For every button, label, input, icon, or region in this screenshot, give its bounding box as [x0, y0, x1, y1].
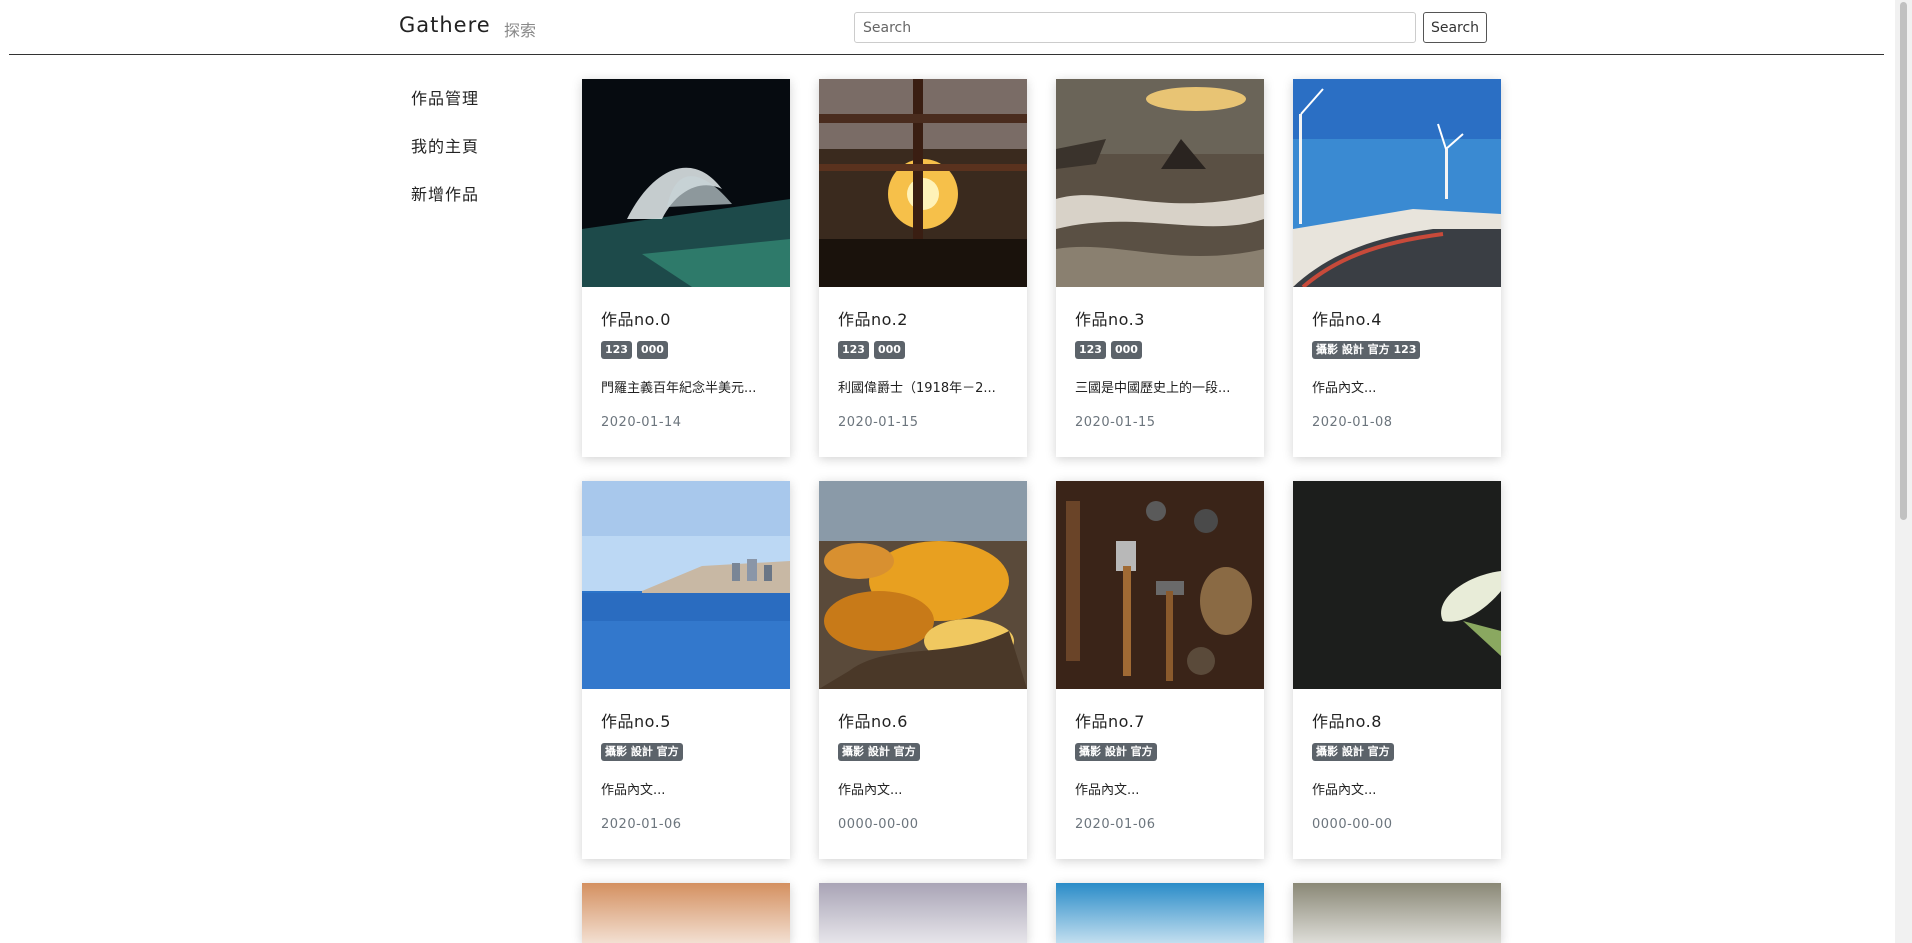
- work-title[interactable]: 作品no.6: [838, 708, 1008, 732]
- work-thumbnail-image[interactable]: [1293, 883, 1501, 943]
- work-thumbnail-image[interactable]: [1056, 79, 1264, 287]
- work-excerpt: 作品內文...: [838, 783, 903, 798]
- card-body: 作品no.3 123 000 三國是中國歷史上的一段... 2020-01-15: [1056, 287, 1264, 430]
- work-card[interactable]: 作品no.3 123 000 三國是中國歷史上的一段... 2020-01-15: [1056, 79, 1264, 457]
- tag-badge[interactable]: 攝影 設計 官方: [601, 743, 683, 761]
- work-date: 2020-01-15: [1075, 415, 1156, 430]
- work-date: 0000-00-00: [1312, 817, 1393, 832]
- brand-logo[interactable]: Gathere: [399, 13, 491, 37]
- work-card[interactable]: 作品no.2 123 000 利國偉爵士（1918年－2... 2020-01-15: [819, 79, 1027, 457]
- works-grid: 作品no.0 123 000 門羅主義百年紀念半美元... 2020-01-14 作品no…: [582, 79, 1502, 943]
- work-date: 2020-01-06: [601, 817, 682, 832]
- work-thumbnail-image[interactable]: [819, 883, 1027, 943]
- work-card-partial[interactable]: [1056, 883, 1264, 943]
- work-thumbnail-image[interactable]: [1293, 481, 1501, 689]
- work-title[interactable]: 作品no.4: [1312, 306, 1482, 330]
- work-excerpt: 作品內文...: [1312, 783, 1377, 798]
- tag-badge[interactable]: 攝影 設計 官方: [838, 743, 920, 761]
- tag-badge[interactable]: 000: [636, 341, 668, 359]
- work-date: 2020-01-14: [601, 415, 682, 430]
- tag-badge[interactable]: 攝影 設計 官方 123: [1312, 341, 1421, 359]
- tag-badge[interactable]: 攝影 設計 官方: [1312, 743, 1394, 761]
- work-card-partial[interactable]: [819, 883, 1027, 943]
- card-body: 作品no.6 攝影 設計 官方 作品內文... 0000-00-00: [819, 689, 1027, 832]
- scrollbar-thumb[interactable]: [1900, 2, 1907, 520]
- tag-list: 攝影 設計 官方 123: [1312, 341, 1482, 359]
- tag-list: 攝影 設計 官方: [601, 743, 771, 761]
- work-excerpt: 作品內文...: [1075, 783, 1140, 798]
- work-date: 0000-00-00: [838, 817, 919, 832]
- work-excerpt: 三國是中國歷史上的一段...: [1075, 381, 1231, 396]
- work-title[interactable]: 作品no.7: [1075, 708, 1245, 732]
- tag-list: 攝影 設計 官方: [1075, 743, 1245, 761]
- work-date: 2020-01-06: [1075, 817, 1156, 832]
- tag-list: 123 000: [838, 341, 1008, 359]
- card-body: 作品no.8 攝影 設計 官方 作品內文... 0000-00-00: [1293, 689, 1501, 832]
- explore-link[interactable]: 探索: [504, 17, 536, 41]
- scrollbar[interactable]: [1895, 0, 1912, 943]
- tag-badge[interactable]: 000: [873, 341, 905, 359]
- work-card[interactable]: 作品no.4 攝影 設計 官方 123 作品內文... 2020-01-08: [1293, 79, 1501, 457]
- tag-badge[interactable]: 123: [838, 341, 869, 359]
- sidebar: 作品管理 我的主頁 新增作品: [411, 84, 479, 228]
- work-thumbnail-image[interactable]: [819, 79, 1027, 287]
- tag-badge[interactable]: 000: [1110, 341, 1142, 359]
- work-excerpt: 作品內文...: [1312, 381, 1377, 396]
- work-title[interactable]: 作品no.3: [1075, 306, 1245, 330]
- work-thumbnail-image[interactable]: [819, 481, 1027, 689]
- sidebar-item-add-work[interactable]: 新增作品: [411, 180, 479, 228]
- work-title[interactable]: 作品no.8: [1312, 708, 1482, 732]
- work-date: 2020-01-15: [838, 415, 919, 430]
- work-thumbnail-image[interactable]: [1056, 883, 1264, 943]
- search-button[interactable]: Search: [1423, 12, 1487, 43]
- card-body: 作品no.7 攝影 設計 官方 作品內文... 2020-01-06: [1056, 689, 1264, 832]
- work-card[interactable]: 作品no.8 攝影 設計 官方 作品內文... 0000-00-00: [1293, 481, 1501, 859]
- work-card[interactable]: 作品no.0 123 000 門羅主義百年紀念半美元... 2020-01-14: [582, 79, 790, 457]
- work-date: 2020-01-08: [1312, 415, 1393, 430]
- card-body: 作品no.5 攝影 設計 官方 作品內文... 2020-01-06: [582, 689, 790, 832]
- tag-list: 攝影 設計 官方: [1312, 743, 1482, 761]
- tag-list: 攝影 設計 官方: [838, 743, 1008, 761]
- work-thumbnail-image[interactable]: [1293, 79, 1501, 287]
- work-card[interactable]: 作品no.6 攝影 設計 官方 作品內文... 0000-00-00: [819, 481, 1027, 859]
- tag-badge[interactable]: 123: [601, 341, 632, 359]
- work-thumbnail-image[interactable]: [582, 883, 790, 943]
- work-card[interactable]: 作品no.7 攝影 設計 官方 作品內文... 2020-01-06: [1056, 481, 1264, 859]
- sidebar-item-my-homepage[interactable]: 我的主頁: [411, 132, 479, 180]
- work-title[interactable]: 作品no.2: [838, 306, 1008, 330]
- work-card-partial[interactable]: [582, 883, 790, 943]
- tag-list: 123 000: [601, 341, 771, 359]
- work-thumbnail-image[interactable]: [582, 79, 790, 287]
- work-title[interactable]: 作品no.5: [601, 708, 771, 732]
- tag-badge[interactable]: 攝影 設計 官方: [1075, 743, 1157, 761]
- tag-list: 123 000: [1075, 341, 1245, 359]
- work-card-partial[interactable]: [1293, 883, 1501, 943]
- work-excerpt: 利國偉爵士（1918年－2...: [838, 381, 996, 396]
- card-body: 作品no.0 123 000 門羅主義百年紀念半美元... 2020-01-14: [582, 287, 790, 430]
- work-excerpt: 作品內文...: [601, 783, 666, 798]
- work-title[interactable]: 作品no.0: [601, 306, 771, 330]
- work-card[interactable]: 作品no.5 攝影 設計 官方 作品內文... 2020-01-06: [582, 481, 790, 859]
- tag-badge[interactable]: 123: [1075, 341, 1106, 359]
- card-body: 作品no.4 攝影 設計 官方 123 作品內文... 2020-01-08: [1293, 287, 1501, 430]
- search-input[interactable]: [854, 12, 1416, 43]
- card-body: 作品no.2 123 000 利國偉爵士（1918年－2... 2020-01-15: [819, 287, 1027, 430]
- work-thumbnail-image[interactable]: [1056, 481, 1264, 689]
- sidebar-item-manage-works[interactable]: 作品管理: [411, 84, 479, 132]
- work-excerpt: 門羅主義百年紀念半美元...: [601, 381, 757, 396]
- work-thumbnail-image[interactable]: [582, 481, 790, 689]
